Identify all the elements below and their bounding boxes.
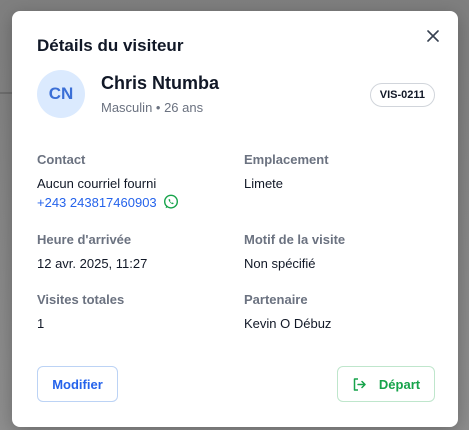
close-icon <box>427 30 439 42</box>
contact-email-value: Aucun courriel fourni <box>37 176 157 191</box>
background-divider <box>0 92 12 94</box>
arrival-time-value: 12 avr. 2025, 11:27 <box>37 256 148 271</box>
partner-label: Partenaire <box>244 292 308 307</box>
total-visits-value: 1 <box>37 316 45 331</box>
visit-reason-label: Motif de la visite <box>244 232 346 247</box>
visit-reason-value: Non spécifié <box>244 256 316 271</box>
modal-title: Détails du visiteur <box>37 36 184 55</box>
visitor-name: Chris Ntumba <box>101 73 220 93</box>
contact-label: Contact <box>37 152 86 167</box>
avatar: CN <box>37 70 85 118</box>
close-button[interactable] <box>424 27 442 45</box>
logout-arrow-icon <box>353 377 366 391</box>
depart-button-label: Départ <box>378 376 421 392</box>
modify-button[interactable]: Modifier <box>37 366 118 402</box>
visitor-gender-age: Masculin • 26 ans <box>101 100 204 115</box>
visitor-id-badge: VIS-0211 <box>369 83 435 107</box>
total-visits-label: Visites totales <box>37 292 125 307</box>
depart-button[interactable]: Départ <box>337 366 435 402</box>
arrival-time-label: Heure d'arrivée <box>37 232 132 247</box>
location-value: Limete <box>244 176 284 191</box>
whatsapp-icon[interactable] <box>163 194 179 210</box>
contact-phone-link[interactable]: +243 243817460903 <box>37 195 157 210</box>
location-label: Emplacement <box>244 152 329 167</box>
modify-button-label: Modifier <box>52 376 103 392</box>
visitor-details-modal: Détails du visiteur CN Chris Ntumba Masc… <box>12 11 458 427</box>
contact-phone-row: +243 243817460903 <box>37 194 179 210</box>
partner-value: Kevin O Débuz <box>244 316 332 331</box>
avatar-initials: CN <box>48 84 74 103</box>
